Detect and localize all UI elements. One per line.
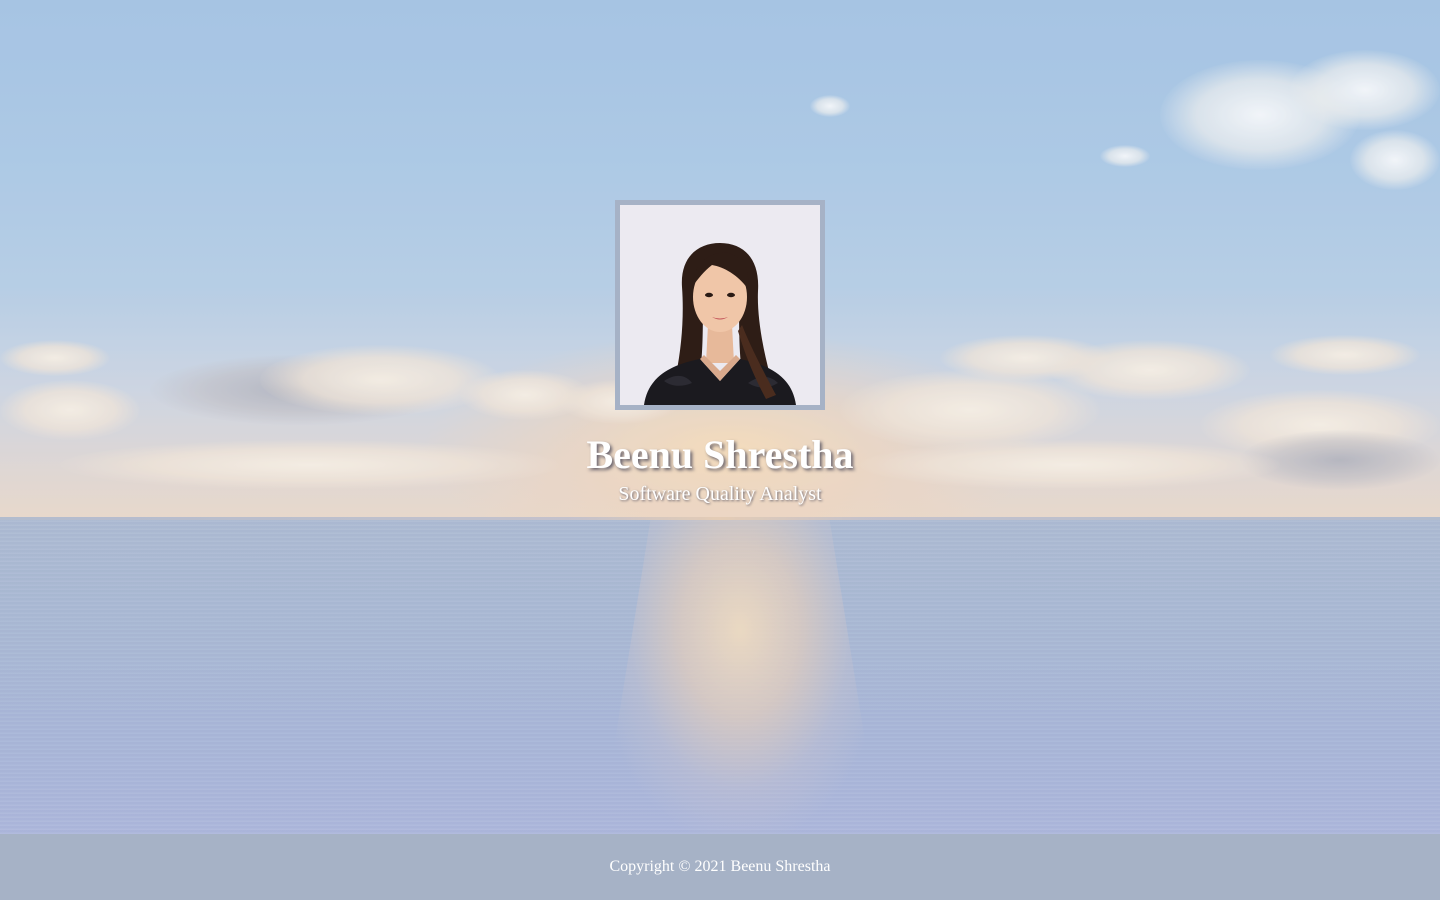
profile-photo	[620, 205, 820, 405]
footer: Copyright © 2021 Beenu Shrestha	[0, 834, 1440, 900]
profile-photo-frame	[615, 200, 825, 410]
page: Beenu Shrestha Software Quality Analyst …	[0, 0, 1440, 900]
profile-title: Software Quality Analyst	[618, 483, 822, 505]
profile-name: Beenu Shrestha	[586, 432, 854, 477]
copyright-text: Copyright © 2021 Beenu Shrestha	[609, 858, 831, 875]
profile-section: Beenu Shrestha Software Quality Analyst	[0, 200, 1440, 507]
